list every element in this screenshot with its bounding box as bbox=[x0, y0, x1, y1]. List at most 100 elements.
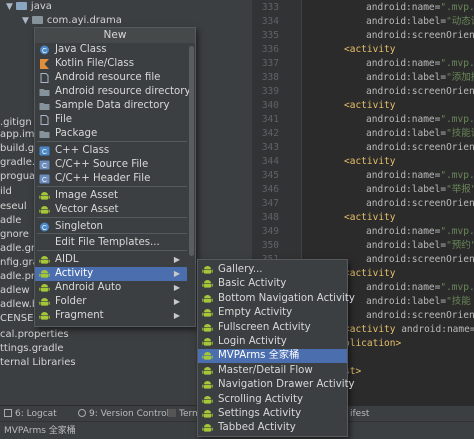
menu-scrollbar[interactable] bbox=[189, 46, 194, 256]
xml-tag: <activity bbox=[344, 324, 396, 335]
submenu-item-navigation-drawer-activity[interactable]: Navigation Drawer Activity bbox=[198, 378, 355, 392]
line-number: 341 bbox=[261, 114, 279, 125]
line-number: 338 bbox=[261, 72, 279, 83]
version-control-tab[interactable]: 9: Version Control bbox=[78, 406, 169, 422]
code-line: <activity bbox=[344, 267, 395, 281]
android-icon bbox=[39, 255, 50, 265]
code-line: android:name=".mvp.u bbox=[366, 169, 474, 183]
submenu-item-scrolling-activity[interactable]: Scrolling Activity bbox=[198, 393, 347, 407]
android-icon bbox=[202, 294, 213, 304]
submenu-arrow-icon: ▶ bbox=[173, 255, 180, 264]
code-editor[interactable]: android:name=".mvp.uandroid:label="动态详an… bbox=[336, 0, 474, 405]
menu-item-activity[interactable]: Activity ▶ bbox=[35, 267, 187, 281]
tree-item-package[interactable]: ▼ com.ayi.drama bbox=[22, 14, 122, 28]
tree-item[interactable]: gnore bbox=[0, 228, 29, 242]
line-number: 333 bbox=[261, 2, 279, 13]
android-icon bbox=[39, 269, 50, 279]
menu-item-android-auto[interactable]: Android Auto ▶ bbox=[35, 281, 187, 295]
android-icon bbox=[202, 351, 213, 361]
code-line: android:label="技能详 bbox=[366, 127, 474, 141]
line-number: 349 bbox=[261, 226, 279, 237]
terminal-icon bbox=[168, 409, 176, 417]
menu-item-edit-file-templates[interactable]: Edit File Templates... bbox=[35, 236, 187, 250]
xml-value: ".mvp.u bbox=[440, 282, 474, 293]
tree-item[interactable]: build.g bbox=[0, 142, 34, 156]
menu-item-kotlin-file-class[interactable]: Kotlin File/Class bbox=[35, 57, 187, 71]
submenu-item-label: Empty Activity bbox=[218, 307, 293, 319]
menu-item-label: Java Class bbox=[55, 44, 107, 55]
menu-item-singleton[interactable]: C Singleton bbox=[35, 220, 187, 234]
menu-item-folder[interactable]: Folder ▶ bbox=[35, 295, 187, 309]
android-icon bbox=[202, 366, 213, 376]
xml-tag: <activity bbox=[344, 212, 396, 223]
tree-item[interactable]: app.im bbox=[0, 128, 35, 142]
menu-item-file[interactable]: File bbox=[35, 113, 187, 127]
tree-item[interactable]: ttings.gradle bbox=[0, 342, 64, 356]
chevron-down-icon[interactable]: ▼ bbox=[6, 2, 13, 12]
code-line: android:name=".mvp.u bbox=[366, 113, 474, 127]
cpp-header-icon: C bbox=[39, 174, 50, 184]
submenu-item-basic-activity[interactable]: Basic Activity bbox=[198, 277, 347, 291]
line-number: 344 bbox=[261, 156, 279, 167]
menu-item-android-resource-directory[interactable]: Android resource directory bbox=[35, 85, 191, 99]
xml-value: ".mvp.u bbox=[440, 2, 474, 13]
xml-value: "举报" bbox=[446, 184, 474, 195]
android-icon bbox=[202, 409, 213, 419]
menu-item-sample-data-directory[interactable]: Sample Data directory bbox=[35, 99, 187, 113]
menu-item-vector-asset[interactable]: Vector Asset bbox=[35, 203, 187, 217]
code-line: android:screenOrienta bbox=[366, 29, 474, 43]
code-line: android:label="添加技 bbox=[366, 71, 474, 85]
tree-item[interactable]: ild bbox=[0, 185, 12, 199]
code-line: <activity bbox=[344, 155, 395, 169]
singleton-icon: C bbox=[39, 222, 50, 232]
menu-item-c-class[interactable]: C C++ Class bbox=[35, 144, 187, 158]
line-number: 342 bbox=[261, 128, 279, 139]
tree-item[interactable]: gradle. bbox=[0, 156, 35, 170]
logcat-tab[interactable]: 6: Logcat bbox=[4, 406, 57, 422]
submenu-item-fullscreen-activity[interactable]: Fullscreen Activity bbox=[198, 321, 347, 335]
submenu-item-login-activity[interactable]: Login Activity bbox=[198, 335, 347, 349]
android-icon bbox=[39, 297, 50, 307]
submenu-item-label: Settings Activity bbox=[218, 408, 302, 419]
menu-item-android-resource-file[interactable]: Android resource file bbox=[35, 71, 187, 85]
cpp-source-icon: C bbox=[39, 160, 50, 170]
menu-item-c-c-source-file[interactable]: C C/C++ Source File bbox=[35, 158, 187, 172]
tree-item[interactable]: adle bbox=[0, 214, 21, 228]
xml-value: "技能详 bbox=[446, 128, 474, 139]
menu-item-package[interactable]: Package bbox=[35, 127, 187, 141]
menu-item-java-class[interactable]: C Java Class bbox=[35, 43, 187, 57]
tree-item[interactable]: cal.properties bbox=[0, 328, 69, 342]
submenu-item-mvparms[interactable]: MVPArms 全家桶 bbox=[198, 349, 347, 364]
android-icon bbox=[202, 337, 213, 347]
menu-item-fragment[interactable]: Fragment ▶ bbox=[35, 309, 187, 323]
chevron-down-icon[interactable]: ▼ bbox=[22, 16, 29, 26]
submenu-item-label: Basic Activity bbox=[218, 278, 287, 290]
xml-value: "技能 bbox=[446, 296, 471, 307]
tree-item[interactable]: adlew bbox=[0, 284, 30, 298]
submenu-item-bottom-navigation-activity[interactable]: Bottom Navigation Activity bbox=[198, 292, 355, 306]
menu-item-aidl[interactable]: AIDL ▶ bbox=[35, 253, 187, 267]
submenu-item-gallery[interactable]: Gallery... bbox=[198, 263, 347, 277]
tree-item[interactable]: eseul bbox=[0, 200, 27, 214]
menu-item-label: Vector Asset bbox=[55, 204, 119, 215]
submenu-item-settings-activity[interactable]: Settings Activity bbox=[198, 407, 347, 421]
tree-item-label: com.ayi.drama bbox=[46, 15, 122, 26]
logcat-label: 6: Logcat bbox=[15, 409, 57, 419]
menu-item-c-c-header-file[interactable]: C C/C++ Header File bbox=[35, 172, 187, 186]
tree-item[interactable]: ternal Libraries bbox=[0, 356, 76, 370]
submenu-item-empty-activity[interactable]: Empty Activity bbox=[198, 306, 347, 320]
line-number: 350 bbox=[261, 240, 279, 251]
submenu-item-master-detail-flow[interactable]: Master/Detail Flow bbox=[198, 364, 347, 378]
package-folder-icon bbox=[31, 16, 43, 24]
manifest-tab[interactable]: ifest bbox=[350, 406, 369, 422]
code-line: plication> bbox=[344, 337, 401, 351]
tree-item-java[interactable]: ▼ java bbox=[6, 0, 52, 14]
xml-attribute: android:name= bbox=[366, 226, 441, 237]
terminal-tab[interactable]: Term bbox=[168, 406, 201, 422]
tree-item[interactable]: CENSE bbox=[0, 312, 33, 326]
code-line: android:screenOrienta bbox=[366, 309, 474, 323]
android-icon bbox=[202, 395, 213, 405]
submenu-item-tabbed-activity[interactable]: Tabbed Activity bbox=[198, 421, 347, 435]
menu-item-image-asset[interactable]: Image Asset bbox=[35, 189, 187, 203]
xml-attribute: android:name= bbox=[395, 324, 474, 335]
